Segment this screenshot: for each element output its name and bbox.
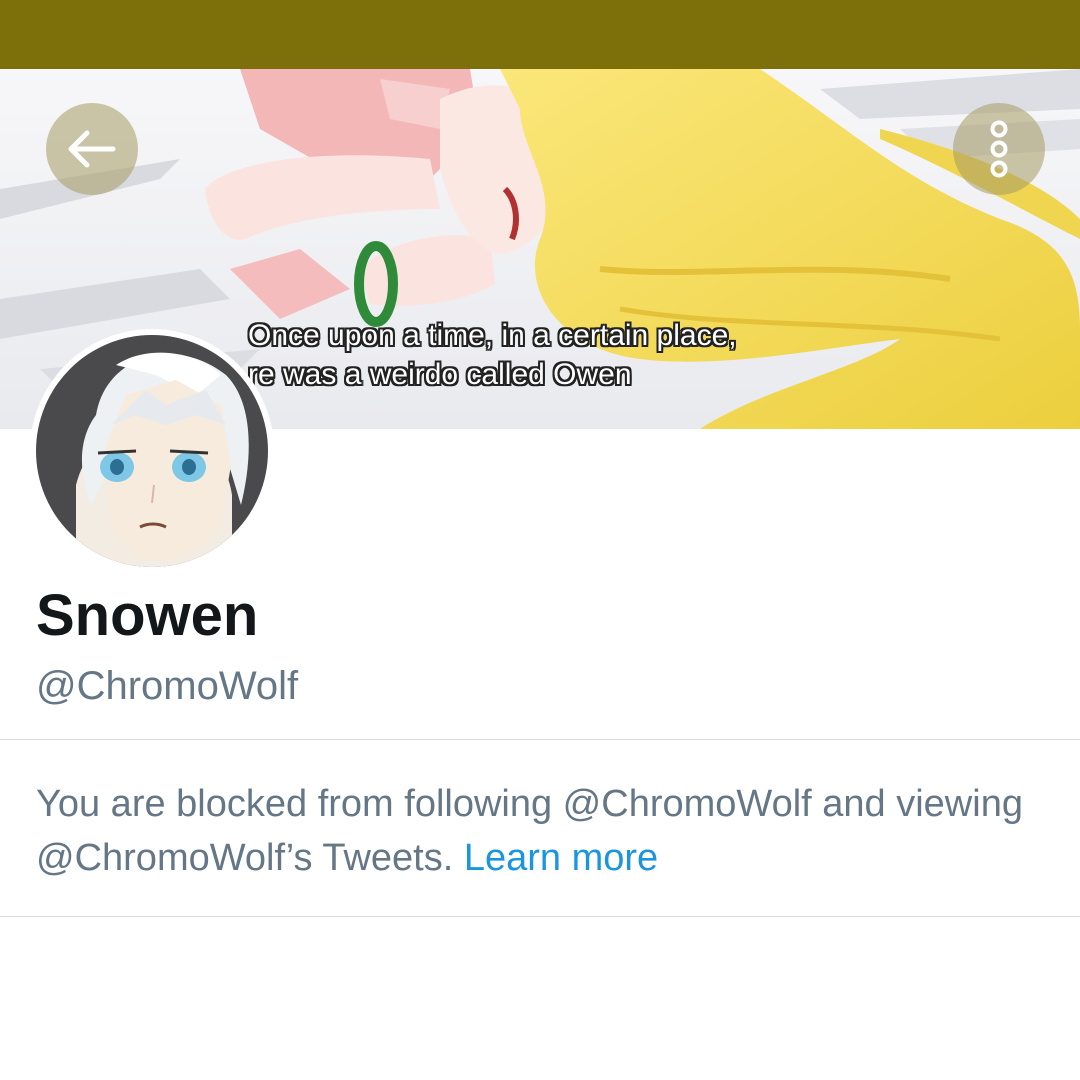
avatar[interactable] — [30, 329, 274, 573]
blocked-notice: You are blocked from following @ChromoWo… — [36, 777, 1036, 885]
learn-more-link[interactable]: Learn more — [464, 837, 658, 879]
display-name: Snowen — [36, 583, 259, 648]
back-button[interactable] — [46, 103, 138, 195]
banner-subtitle-line-1: Once upon a time, in a certain place, — [248, 319, 737, 352]
arrow-left-icon — [68, 130, 116, 168]
avatar-image — [36, 335, 268, 567]
user-handle: @ChromoWolf — [36, 664, 299, 708]
divider — [0, 739, 1080, 740]
status-bar — [0, 0, 1080, 69]
banner-subtitle-line-2: re was a weirdo called Owen — [248, 358, 632, 391]
divider — [0, 916, 1080, 917]
vertical-dots-icon — [990, 120, 1008, 178]
more-options-button[interactable] — [953, 103, 1045, 195]
